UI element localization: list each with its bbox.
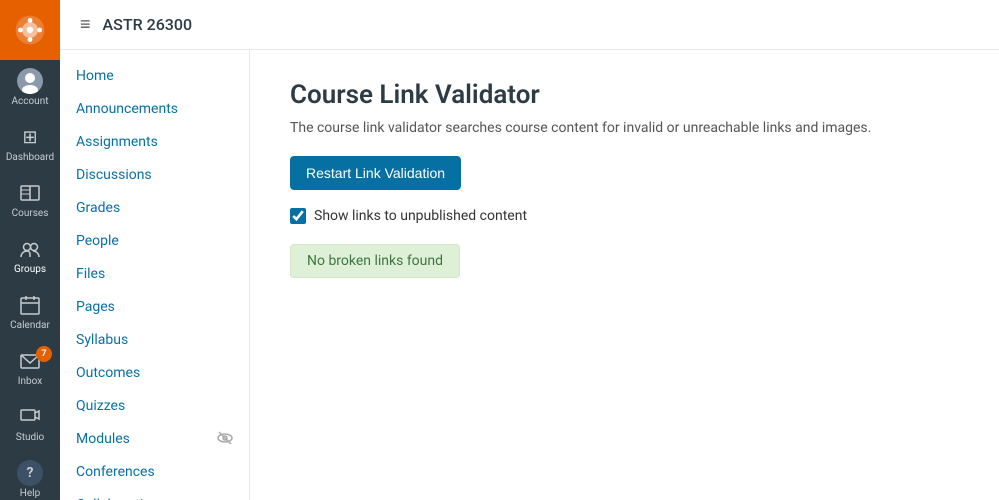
nav-studio-label: Studio — [16, 432, 45, 444]
nav-files[interactable]: Files — [60, 258, 249, 291]
show-unpublished-checkbox[interactable] — [290, 208, 306, 224]
course-title: ASTR 26300 — [103, 15, 193, 34]
nav-account-label: Account — [11, 96, 48, 108]
nav-groups[interactable]: Groups — [0, 228, 60, 284]
nav-quizzes[interactable]: Quizzes — [60, 390, 249, 423]
canvas-logo[interactable] — [0, 0, 60, 60]
top-bar: ≡ ASTR 26300 — [60, 0, 999, 50]
global-nav: Account ⊞ Dashboard Courses Groups — [0, 0, 60, 500]
page-title: Course Link Validator — [290, 80, 959, 110]
nav-grades[interactable]: Grades — [60, 192, 249, 225]
nav-conferences[interactable]: Conferences — [60, 456, 249, 489]
checkbox-row: Show links to unpublished content — [290, 208, 959, 224]
nav-assignments[interactable]: Assignments — [60, 126, 249, 159]
inbox-badge: 7 — [36, 346, 52, 362]
nav-pages[interactable]: Pages — [60, 291, 249, 324]
nav-syllabus[interactable]: Syllabus — [60, 324, 249, 357]
modules-eye-icon[interactable] — [217, 430, 233, 450]
nav-calendar[interactable]: Calendar — [0, 284, 60, 340]
nav-collaborations[interactable]: Collaborations — [60, 489, 249, 500]
page-description: The course link validator searches cours… — [290, 120, 959, 136]
nav-outcomes[interactable]: Outcomes — [60, 357, 249, 390]
modules-row: Modules — [60, 423, 249, 456]
nav-account[interactable]: Account — [0, 60, 60, 116]
hamburger-menu[interactable]: ≡ — [80, 14, 91, 35]
nav-dashboard-label: Dashboard — [6, 152, 54, 164]
nav-inbox[interactable]: 7 Inbox — [0, 340, 60, 396]
course-nav: Home Announcements Assignments Discussio… — [60, 50, 250, 500]
nav-help-label: Help — [20, 488, 40, 500]
nav-studio[interactable]: Studio — [0, 396, 60, 452]
nav-modules[interactable]: Modules — [76, 429, 213, 450]
nav-help[interactable]: ? Help — [0, 452, 60, 500]
nav-announcements[interactable]: Announcements — [60, 93, 249, 126]
nav-home[interactable]: Home — [60, 60, 249, 93]
nav-discussions[interactable]: Discussions — [60, 159, 249, 192]
nav-dashboard[interactable]: ⊞ Dashboard — [0, 116, 60, 172]
nav-inbox-label: Inbox — [18, 376, 42, 388]
main-area: ≡ ASTR 26300 Home Announcements Assignme… — [60, 0, 999, 500]
nav-calendar-label: Calendar — [10, 320, 50, 332]
checkbox-label[interactable]: Show links to unpublished content — [314, 208, 527, 224]
nav-people[interactable]: People — [60, 225, 249, 258]
no-broken-links-status: No broken links found — [290, 244, 460, 278]
nav-groups-label: Groups — [14, 264, 46, 276]
restart-link-validation-button[interactable]: Restart Link Validation — [290, 156, 461, 190]
nav-courses[interactable]: Courses — [0, 172, 60, 228]
content-area: Course Link Validator The course link va… — [250, 50, 999, 500]
nav-courses-label: Courses — [12, 208, 49, 220]
